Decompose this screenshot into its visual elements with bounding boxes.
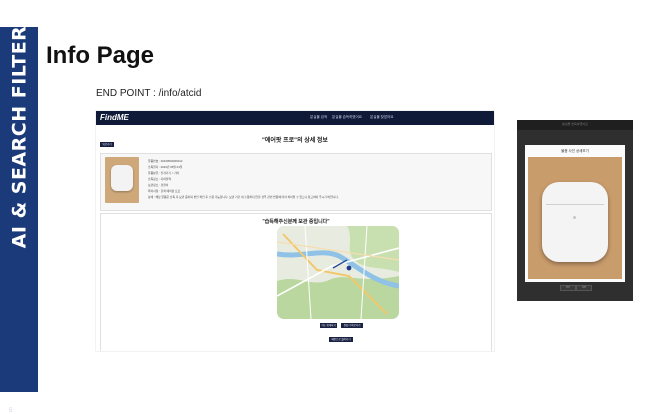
sidebar-title-box: AI & SEARCH FILTER — [2, 26, 36, 249]
modal-title: 물품 사진 상세보기 — [561, 149, 589, 153]
map-graphic — [277, 226, 399, 319]
airpods-case-photo — [542, 182, 608, 262]
location-map[interactable] — [277, 226, 399, 319]
sidebar-title: AI & SEARCH FILTER — [8, 25, 30, 249]
phone-header: 분실물 습득하였어요 — [517, 120, 633, 130]
page-title: Info Page — [46, 42, 155, 69]
info-line: 습득장소 : 지하철역 — [148, 177, 171, 181]
info-line: 특이사항 : 흰색 에어팟 프로 — [148, 189, 181, 193]
map-card: "습득해주신분께 보관 중입니다" 지도 확대하기 길찾기 바로가기 메인으로 … — [100, 213, 492, 351]
detail-heading: "에어팟 프로"의 상세 정보 — [262, 138, 328, 144]
photo-modal: 물품 사진 상세보기 — [525, 145, 625, 282]
directions-button[interactable]: 길찾기 바로가기 — [341, 323, 363, 328]
info-line: 물품분류 : 전자기기 > 기타 — [148, 171, 180, 175]
endpoint-label: END POINT : /info/atcid — [96, 88, 202, 99]
case-seam — [546, 204, 604, 205]
map-zoom-button[interactable]: 지도 확대하기 — [320, 323, 337, 328]
nav-item-found[interactable]: 분실물 습득하였어요 — [332, 115, 362, 120]
info-page-screenshot: FindME 분실물 검색 분실물 습득하였어요 분실물 찾았어요 "에어팟 프… — [96, 111, 494, 351]
sidebar: AI & SEARCH FILTER 5 — [0, 26, 38, 414]
info-line: 상세 : 해당 물품은 습득 후 보관 중이며 본인 확인 후 수령 가능합니다… — [148, 195, 339, 199]
nav-item-lost[interactable]: 분실물 찾았어요 — [370, 115, 394, 120]
logo[interactable]: FindME — [100, 113, 129, 122]
modal-close-button[interactable]: 닫기 — [560, 285, 576, 291]
nav-item-search[interactable]: 분실물 검색 — [310, 115, 327, 120]
phone-header-text: 분실물 습득하였어요 — [562, 122, 588, 126]
info-line: 보관장소 : 경찰서 — [148, 183, 169, 187]
top-navbar: FindME 분실물 검색 분실물 습득하였어요 분실물 찾았어요 — [96, 111, 494, 125]
photo-modal-screenshot: 분실물 습득하였어요 물품 사진 상세보기 닫기 저장 — [517, 120, 633, 301]
back-button[interactable]: 뒤로가기 — [100, 142, 114, 147]
item-thumbnail[interactable] — [105, 157, 139, 203]
info-line: 습득일자 : 2023년 05월 04일 — [148, 165, 183, 169]
location-pin-icon — [346, 265, 352, 271]
map-title: "습득해주신분께 보관 중입니다" — [262, 219, 330, 225]
status-led-icon — [573, 216, 576, 219]
item-photo — [528, 157, 622, 279]
page-number: 5 — [9, 408, 13, 414]
home-button[interactable]: 메인으로 돌아가기 — [329, 337, 353, 342]
item-info-card: 물품번호 : 20230504000012 습득일자 : 2023년 05월 0… — [100, 153, 492, 211]
modal-save-button[interactable]: 저장 — [576, 285, 592, 291]
airpods-case-icon — [111, 165, 133, 191]
info-line: 물품번호 : 20230504000012 — [148, 159, 183, 163]
